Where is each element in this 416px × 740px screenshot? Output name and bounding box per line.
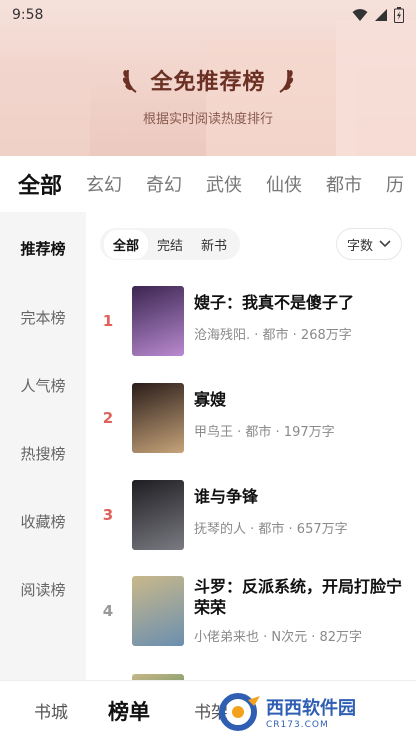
tab-dushi[interactable]: 都市 xyxy=(326,171,362,197)
list-item[interactable]: 1 嫂子：我真不是傻子了 沧海残阳. · 都市 · 268万字 xyxy=(86,286,416,358)
book-cover xyxy=(132,576,184,646)
rank-number: 1 xyxy=(102,312,114,330)
page-subtitle: 根据实时阅读热度排行 xyxy=(142,112,273,127)
page-title: 全免推荐榜 xyxy=(150,70,266,95)
rank-number: 4 xyxy=(102,602,114,620)
laurel-left-icon xyxy=(123,69,138,93)
ranking-list-panel: 全部 完结 新书 字数 1 嫂子：我真不是傻子了 沧海残阳. · 都市 · 26… xyxy=(86,212,416,682)
book-meta: 小佬弟来也 · N次元 · 82万字 xyxy=(194,630,363,645)
book-title: 嫂子：我真不是傻子了 xyxy=(194,293,355,312)
sidebar-item-popular[interactable]: 人气榜 xyxy=(0,375,86,396)
signal-icon xyxy=(375,9,387,21)
watermark-text: 西西软件园 xyxy=(266,698,356,719)
list-item[interactable]: 4 斗罗：反派系统，开局打脸宁荣荣 小佬弟来也 · N次元 · 82万字 xyxy=(86,576,416,648)
book-title: 寡嫂 xyxy=(194,390,227,409)
sort-label: 字数 xyxy=(346,238,373,254)
status-time: 9:58 xyxy=(12,7,44,23)
status-icons xyxy=(352,7,404,23)
rank-number: 3 xyxy=(102,506,114,524)
tab-all[interactable]: 全部 xyxy=(18,168,62,200)
tab-xianxia[interactable]: 仙侠 xyxy=(266,171,302,197)
tab-wuxia[interactable]: 武侠 xyxy=(206,171,242,197)
header-title-row: 全免推荐榜 xyxy=(0,64,416,96)
book-title: 斗罗：反派系统，开局打脸宁荣荣 xyxy=(194,577,403,617)
watermark: 西西软件园 CR173.COM xyxy=(218,688,414,736)
sidebar-item-favorites[interactable]: 收藏榜 xyxy=(0,511,86,532)
book-meta: 沧海残阳. · 都市 · 268万字 xyxy=(194,328,352,343)
status-bar: 9:58 xyxy=(0,0,416,30)
list-item[interactable]: 3 谁与争锋 抚琴的人 · 都市 · 657万字 xyxy=(86,480,416,552)
sidebar-item-completed[interactable]: 完本榜 xyxy=(0,307,86,328)
list-item[interactable]: 2 寡嫂 甲鸟王 · 都市 · 197万字 xyxy=(86,383,416,455)
sort-dropdown[interactable]: 字数 xyxy=(335,228,402,260)
nav-rankings[interactable]: 榜单 xyxy=(108,696,150,726)
book-meta: 抚琴的人 · 都市 · 657万字 xyxy=(194,522,348,537)
book-cover xyxy=(132,383,184,453)
tab-lishi[interactable]: 历 xyxy=(386,171,404,197)
wifi-icon xyxy=(352,9,368,21)
ranking-sidebar: 推荐榜 完本榜 人气榜 热搜榜 收藏榜 阅读榜 xyxy=(0,212,86,680)
tab-xuanhuan[interactable]: 玄幻 xyxy=(86,171,122,197)
sidebar-item-hot-search[interactable]: 热搜榜 xyxy=(0,443,86,464)
nav-bookstore[interactable]: 书城 xyxy=(34,698,68,723)
laurel-right-icon xyxy=(278,69,293,93)
watermark-logo-icon xyxy=(219,693,260,731)
filter-new[interactable]: 新书 xyxy=(192,230,236,259)
sidebar-item-recommend[interactable]: 推荐榜 xyxy=(0,238,86,259)
sidebar-item-reads[interactable]: 阅读榜 xyxy=(0,579,86,600)
book-cover xyxy=(132,480,184,550)
watermark-subtext: CR173.COM xyxy=(266,720,329,730)
chevron-down-icon xyxy=(379,240,391,248)
rank-number: 2 xyxy=(102,409,114,427)
category-tabs: 全部 玄幻 奇幻 武侠 仙侠 都市 历 xyxy=(0,156,416,212)
filter-completed[interactable]: 完结 xyxy=(148,230,192,259)
book-title: 谁与争锋 xyxy=(194,487,259,506)
filter-all[interactable]: 全部 xyxy=(104,229,149,259)
book-cover xyxy=(132,286,184,356)
battery-icon xyxy=(394,7,404,23)
book-meta: 甲鸟王 · 都市 · 197万字 xyxy=(194,425,335,440)
status-filter: 全部 完结 新书 xyxy=(100,228,241,260)
tab-qihuan[interactable]: 奇幻 xyxy=(146,171,182,197)
